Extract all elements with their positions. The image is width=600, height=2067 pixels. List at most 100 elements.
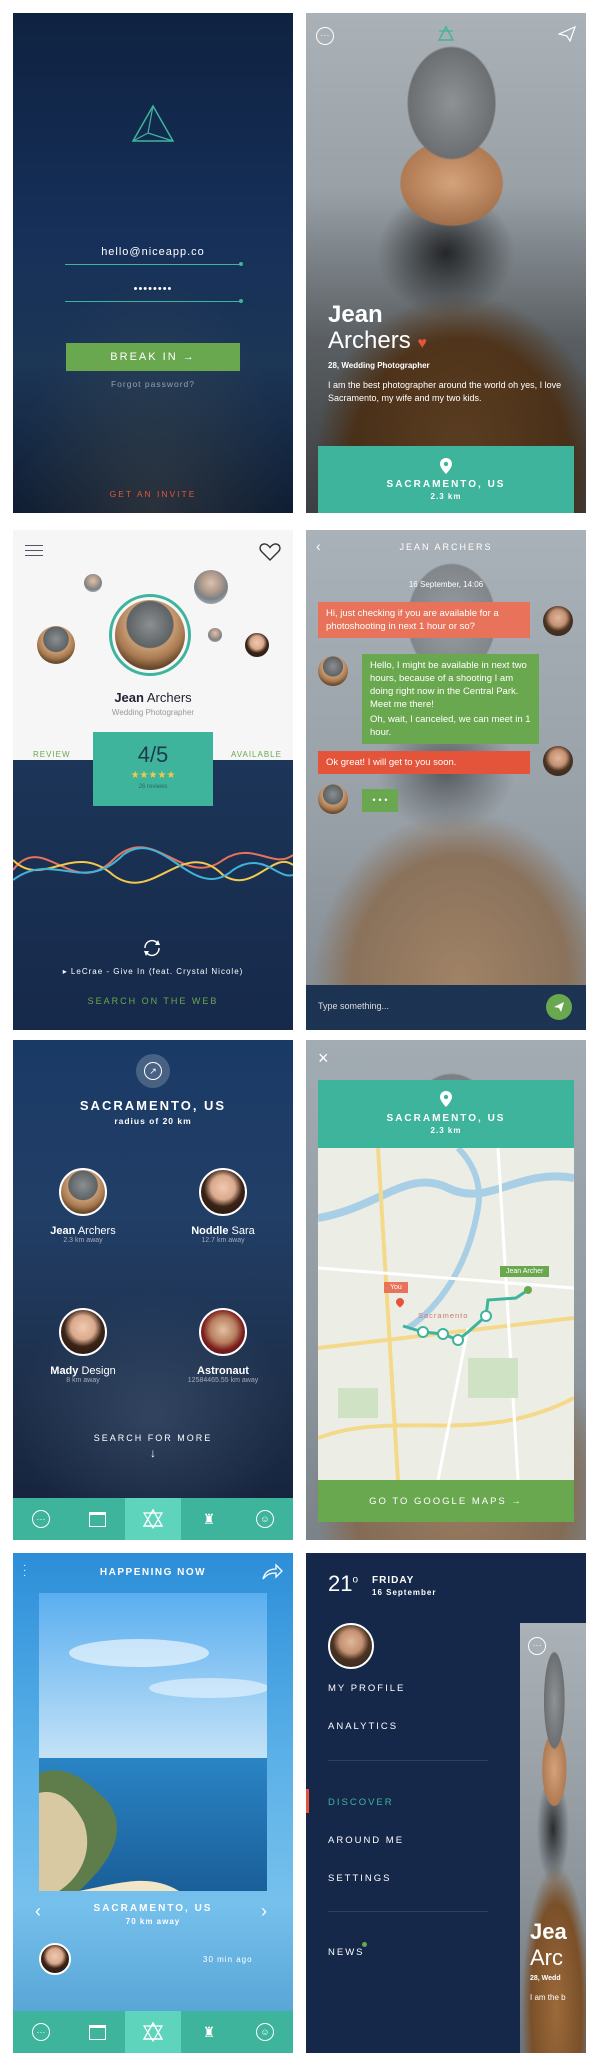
chat-icon[interactable]: ··· <box>316 25 334 45</box>
avatar <box>199 1168 247 1216</box>
avatar[interactable] <box>208 628 222 642</box>
message-incoming: Oh, wait, I canceled, we can meet in 1 h… <box>362 708 539 744</box>
location-panel[interactable]: SACRAMENTO, US 2.3 km <box>318 446 574 513</box>
rating-stars: ★★★★★ <box>130 770 176 781</box>
search-web-link[interactable]: SEARCH ON THE WEB <box>13 996 293 1006</box>
avatar[interactable] <box>37 626 75 664</box>
get-invite-link[interactable]: GET AN INVITE <box>13 489 293 499</box>
menu-date: 16 September <box>372 1588 437 1597</box>
divider <box>328 1760 488 1761</box>
peek-first-name: Jea <box>530 1919 567 1944</box>
menu-item-news[interactable]: NEWS <box>328 1947 365 1958</box>
city-lights <box>13 273 293 513</box>
available-tab[interactable]: AVAILABLE <box>231 750 282 759</box>
menu-item-settings[interactable]: SETTINGS <box>328 1873 392 1884</box>
avatar <box>59 1308 107 1356</box>
card-last-name: Archers <box>146 690 192 705</box>
person-card[interactable]: Noddle Sara 12.7 km away <box>163 1168 283 1244</box>
send-icon[interactable] <box>558 26 576 42</box>
profile-card-screen: Jean Archers Wedding Photographer REVIEW… <box>13 530 293 1030</box>
logo-icon <box>131 104 175 142</box>
tab-chat[interactable]: ··· <box>13 1498 69 1540</box>
tab-calendar[interactable] <box>69 1498 125 1540</box>
avatar[interactable] <box>318 656 348 686</box>
logo-icon[interactable] <box>437 25 455 43</box>
nearby-screen: ↗ SACRAMENTO, US radius of 20 km Jean Ar… <box>13 1040 293 1540</box>
tab-discover[interactable] <box>125 1498 181 1540</box>
tab-calendar[interactable] <box>69 2011 125 2053</box>
tab-chat[interactable]: ··· <box>13 2011 69 2053</box>
avatar[interactable] <box>245 633 269 657</box>
person-name: Noddle Sara <box>163 1225 283 1237</box>
map-view[interactable]: You Sacramento Jean Archer <box>318 1148 574 1480</box>
map-city-label: Sacramento <box>418 1311 469 1320</box>
password-field[interactable]: •••••••• <box>13 283 293 295</box>
menu-screen: 21o FRIDAY 16 September MY PROFILE ANALY… <box>306 1553 586 2053</box>
heart-icon[interactable]: ♥ <box>417 335 427 352</box>
rating-box: 4/5 ★★★★★ 26 reviews <box>93 732 213 806</box>
forgot-password-link[interactable]: Forgot password? <box>13 379 293 389</box>
rating-value: 4/5 <box>137 742 169 767</box>
avatar[interactable] <box>543 606 573 636</box>
send-button[interactable] <box>546 994 572 1020</box>
email-field[interactable]: hello@niceapp.co <box>13 246 293 258</box>
profile-peek-panel[interactable]: ··· Jea Arc 28, Wedd I am the b <box>520 1623 586 2053</box>
nearby-city: SACRAMENTO, US <box>79 1098 227 1113</box>
person-first-name: Mady <box>50 1365 79 1377</box>
chat-title: JEAN ARCHERS <box>399 542 493 552</box>
repeat-icon[interactable] <box>141 938 163 958</box>
menu-item-discover[interactable]: DISCOVER <box>328 1797 394 1808</box>
person-last-name: Archers <box>77 1225 116 1237</box>
avatar[interactable] <box>318 784 348 814</box>
tab-trophy[interactable]: ♜ <box>181 2011 237 2053</box>
menu-icon[interactable] <box>25 544 43 558</box>
avatar[interactable] <box>194 570 228 604</box>
avatar[interactable] <box>328 1623 374 1669</box>
main-avatar[interactable] <box>115 600 185 670</box>
tab-profile[interactable]: ☺ <box>237 2011 293 2053</box>
person-card[interactable]: Jean Archers 2.3 km away <box>23 1168 143 1244</box>
avatar[interactable] <box>84 574 102 592</box>
person-distance: 12584465.55 km away <box>187 1377 259 1384</box>
person-distance: 12.7 km away <box>201 1237 245 1244</box>
person-card[interactable]: Astronaut 12584465.55 km away <box>163 1308 283 1384</box>
tab-trophy[interactable]: ♜ <box>181 1498 237 1540</box>
happening-distance: 70 km away <box>125 1917 181 1926</box>
avatar[interactable] <box>39 1943 71 1975</box>
trophy-icon: ♜ <box>202 1510 216 1527</box>
chat-input-bar: Type something... <box>306 985 586 1030</box>
search-more-button[interactable]: SEARCH FOR MORE <box>13 1433 293 1443</box>
break-in-button[interactable]: BREAK IN → <box>66 343 240 371</box>
avatar[interactable] <box>543 746 573 776</box>
password-underline <box>65 301 241 302</box>
event-photo[interactable] <box>39 1593 267 1891</box>
chat-input[interactable]: Type something... <box>318 1001 389 1011</box>
menu-item-analytics[interactable]: ANALYTICS <box>328 1721 398 1732</box>
share-icon[interactable] <box>261 1563 283 1581</box>
profile-icon: ☺ <box>256 1510 274 1528</box>
close-icon[interactable]: × <box>318 1048 329 1069</box>
review-tab[interactable]: REVIEW <box>33 750 71 759</box>
person-distance: 8 km away <box>66 1377 100 1384</box>
message-outgoing: Ok great! I will get to you soon. <box>318 751 530 774</box>
favorite-icon[interactable] <box>259 542 281 562</box>
tab-bar: ··· ♜ ☺ <box>13 1498 293 1540</box>
message-incoming: Hello, I might be available in next two … <box>362 654 539 716</box>
google-maps-button[interactable]: GO TO GOOGLE MAPS → <box>318 1480 574 1522</box>
tab-profile[interactable]: ☺ <box>237 1498 293 1540</box>
happening-screen: · · · HAPPENING NOW ‹ › SACRAMENTO, US 70 … <box>13 1553 293 2053</box>
person-distance: 2.3 km away <box>63 1237 103 1244</box>
chat-icon: ··· <box>32 2023 50 2041</box>
compass-icon: ↗ <box>144 1062 162 1080</box>
avatar <box>59 1168 107 1216</box>
menu-item-profile[interactable]: MY PROFILE <box>328 1683 405 1694</box>
tab-discover[interactable] <box>125 2011 181 2053</box>
person-card[interactable]: Mady Design 8 km away <box>23 1308 143 1384</box>
compass-button[interactable]: ↗ <box>136 1054 170 1088</box>
location-pin-icon <box>440 1091 452 1107</box>
weekday: FRIDAY <box>372 1575 415 1586</box>
active-indicator <box>306 1789 309 1813</box>
chat-icon: ··· <box>32 1510 50 1528</box>
happening-time: 30 min ago <box>203 1955 253 1964</box>
menu-item-around-me[interactable]: AROUND ME <box>328 1835 404 1846</box>
